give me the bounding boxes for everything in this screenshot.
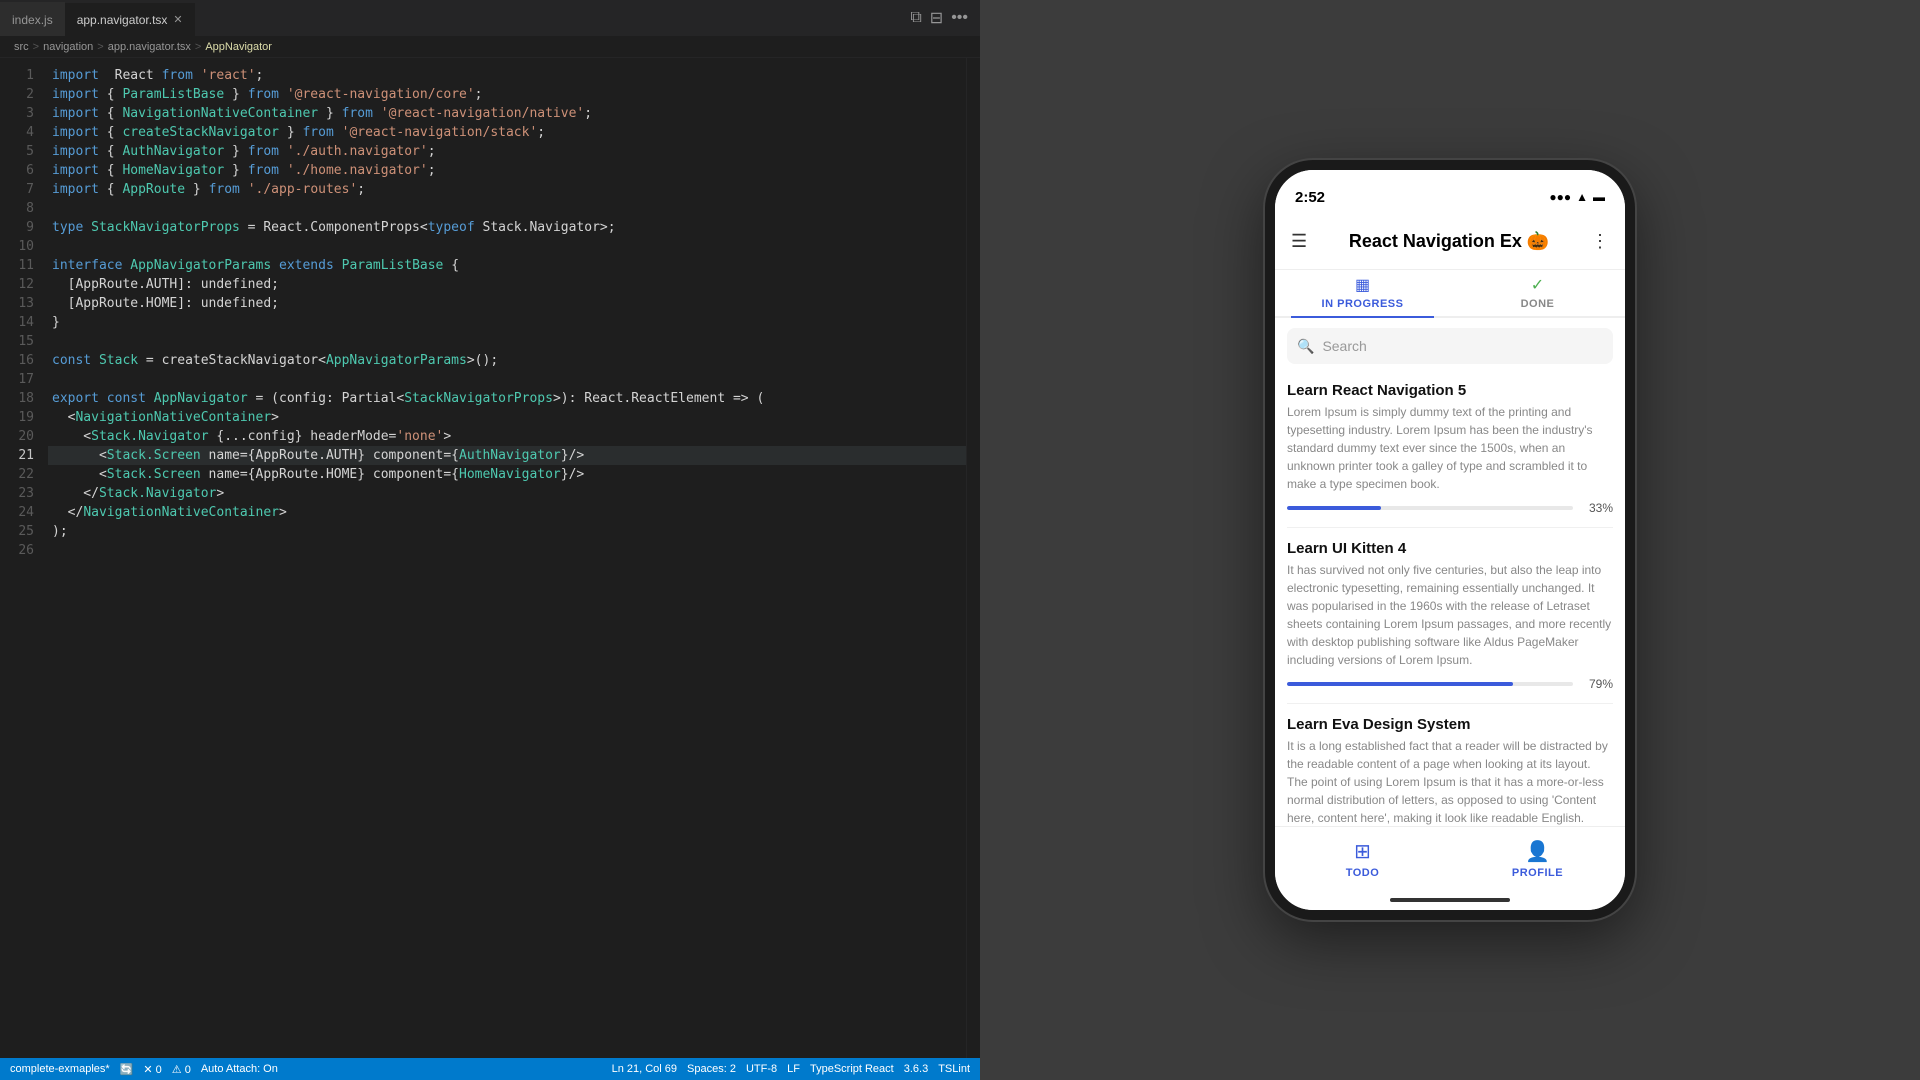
tab-in-progress[interactable]: ▦ IN PROGRESS <box>1275 270 1450 316</box>
todo-item-desc-2: It has survived not only five centuries,… <box>1287 561 1613 669</box>
tab-done-icon: ✓ <box>1531 275 1544 295</box>
tab-in-progress-label: IN PROGRESS <box>1322 298 1404 310</box>
search-bar[interactable]: 🔍 Search <box>1287 328 1613 364</box>
window-controls: ⧉ ⊟ ••• <box>910 8 980 28</box>
bottom-nav: ⊞ TODO 👤 PROFILE <box>1275 826 1625 890</box>
todo-nav-label: TODO <box>1346 867 1380 879</box>
todo-nav-icon: ⊞ <box>1354 839 1371 864</box>
ts-version: 3.6.3 <box>904 1063 928 1075</box>
phone-status-icons: ●●● ▲ ▬ <box>1549 190 1605 204</box>
editor-tabs: index.js app.navigator.tsx ✕ <box>0 0 195 36</box>
bottom-nav-todo[interactable]: ⊞ TODO <box>1275 827 1450 890</box>
home-indicator-bar <box>1390 898 1510 902</box>
editor-layout-icon[interactable]: ⊟ <box>930 8 943 28</box>
tab-app-navigator[interactable]: app.navigator.tsx ✕ <box>65 2 195 36</box>
home-indicator <box>1275 890 1625 910</box>
search-input[interactable]: Search <box>1322 338 1603 354</box>
tab-done[interactable]: ✓ DONE <box>1450 270 1625 316</box>
code-area: 12345 678910 1112131415 1617181920 21 22… <box>0 58 980 1058</box>
sync-icon[interactable]: 🔄 <box>120 1063 134 1076</box>
todo-item-desc-3: It is a long established fact that a rea… <box>1287 737 1613 826</box>
editor-panel: index.js app.navigator.tsx ✕ ⧉ ⊟ ••• src… <box>0 0 980 1080</box>
todo-item-2[interactable]: Learn UI Kitten 4 It has survived not on… <box>1287 528 1613 704</box>
linter: TSLint <box>938 1063 970 1075</box>
progress-bar-fill-2 <box>1287 682 1513 686</box>
signal-icon: ●●● <box>1549 190 1571 204</box>
tab-label: index.js <box>12 13 53 27</box>
progress-row-1: 33% <box>1287 501 1613 515</box>
split-editor-icon[interactable]: ⧉ <box>910 9 921 27</box>
language-mode[interactable]: TypeScript React <box>810 1063 894 1075</box>
breadcrumb-src[interactable]: src <box>14 41 29 53</box>
git-branch[interactable]: complete-exmaples* <box>10 1063 110 1075</box>
todo-item-title-2: Learn UI Kitten 4 <box>1287 540 1613 557</box>
cursor-position: Ln 21, Col 69 <box>612 1063 677 1075</box>
progress-row-2: 79% <box>1287 677 1613 691</box>
todo-item-desc-1: Lorem Ipsum is simply dummy text of the … <box>1287 403 1613 493</box>
todo-item-1[interactable]: Learn React Navigation 5 Lorem Ipsum is … <box>1287 370 1613 528</box>
profile-nav-label: PROFILE <box>1512 867 1563 879</box>
breadcrumb-symbol[interactable]: AppNavigator <box>205 41 272 53</box>
tab-label-active: app.navigator.tsx <box>77 13 168 27</box>
todo-item-title-3: Learn Eva Design System <box>1287 716 1613 733</box>
phone-frame: 2:52 ●●● ▲ ▬ ☰ React Navigation Ex 🎃 ⋮ ▦… <box>1265 160 1635 920</box>
bottom-nav-profile[interactable]: 👤 PROFILE <box>1450 827 1625 890</box>
todo-item-title-1: Learn React Navigation 5 <box>1287 382 1613 399</box>
progress-bar-bg-2 <box>1287 682 1573 686</box>
progress-pct-2: 79% <box>1581 677 1613 691</box>
profile-nav-icon: 👤 <box>1525 839 1550 864</box>
progress-pct-1: 33% <box>1581 501 1613 515</box>
tab-index-js[interactable]: index.js <box>0 2 65 36</box>
app-title: React Navigation Ex 🎃 <box>1349 231 1549 252</box>
encoding: UTF-8 <box>746 1063 777 1075</box>
more-actions-icon[interactable]: ••• <box>951 9 968 27</box>
battery-icon: ▬ <box>1593 190 1605 204</box>
more-options-icon[interactable]: ⋮ <box>1591 231 1609 252</box>
auto-attach: Auto Attach: On <box>201 1063 278 1075</box>
wifi-icon: ▲ <box>1576 190 1588 204</box>
phone-time: 2:52 <box>1295 189 1325 206</box>
code-editor[interactable]: import React from 'react'; import { Para… <box>44 58 966 1058</box>
progress-bar-bg-1 <box>1287 506 1573 510</box>
status-bar: complete-exmaples* 🔄 ✕ 0 ⚠ 0 Auto Attach… <box>0 1058 980 1080</box>
spaces: Spaces: 2 <box>687 1063 736 1075</box>
error-count[interactable]: ✕ 0 <box>143 1063 161 1076</box>
tab-close-icon[interactable]: ✕ <box>173 13 182 26</box>
phone-area: 2:52 ●●● ▲ ▬ ☰ React Navigation Ex 🎃 ⋮ ▦… <box>980 0 1920 1080</box>
phone-status-bar: 2:52 ●●● ▲ ▬ <box>1275 170 1625 214</box>
tab-done-label: DONE <box>1521 298 1555 310</box>
line-numbers: 12345 678910 1112131415 1617181920 21 22… <box>0 58 44 1058</box>
breadcrumb-file[interactable]: app.navigator.tsx <box>108 41 191 53</box>
progress-bar-fill-1 <box>1287 506 1381 510</box>
breadcrumb: src > navigation > app.navigator.tsx > A… <box>0 36 980 58</box>
search-icon: 🔍 <box>1297 338 1314 355</box>
app-tabs: ▦ IN PROGRESS ✓ DONE <box>1275 270 1625 318</box>
scrollbar[interactable] <box>966 58 980 1058</box>
app-header: ☰ React Navigation Ex 🎃 ⋮ <box>1275 214 1625 270</box>
editor-top-bar: index.js app.navigator.tsx ✕ ⧉ ⊟ ••• <box>0 0 980 36</box>
hamburger-icon[interactable]: ☰ <box>1291 231 1307 252</box>
eol: LF <box>787 1063 800 1075</box>
todo-item-3[interactable]: Learn Eva Design System It is a long est… <box>1287 704 1613 826</box>
todo-list[interactable]: Learn React Navigation 5 Lorem Ipsum is … <box>1275 370 1625 826</box>
breadcrumb-navigation[interactable]: navigation <box>43 41 93 53</box>
tab-in-progress-icon: ▦ <box>1355 275 1370 295</box>
warning-count[interactable]: ⚠ 0 <box>172 1063 191 1076</box>
